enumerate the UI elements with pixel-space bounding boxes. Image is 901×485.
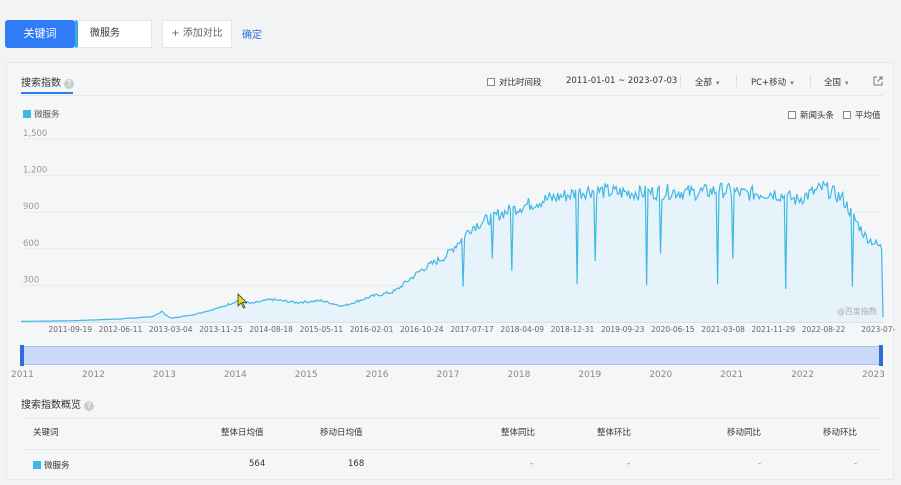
x-tick-label: 2014-08-18 xyxy=(249,325,293,334)
x-tick-label: 2016-02-01 xyxy=(350,325,394,334)
x-tick-label: 2019-09-23 xyxy=(601,325,645,334)
column-header: 整体日均值 xyxy=(221,428,264,438)
column-header: 移动同比 xyxy=(727,428,762,438)
y-tick-label: 900 xyxy=(23,202,39,212)
chart-watermark: @百度指数 xyxy=(837,307,877,316)
y-tick-label: 1,500 xyxy=(23,129,47,139)
question-icon[interactable]: ? xyxy=(84,401,94,411)
column-header: 关键词 xyxy=(33,428,59,438)
x-tick-label: 2021-03-08 xyxy=(701,325,745,334)
x-tick-label: 2018-04-09 xyxy=(500,325,544,334)
slider-year-label: 2015 xyxy=(294,370,318,380)
slider-year-label: 2017 xyxy=(436,370,460,380)
y-tick-label: 1,200 xyxy=(23,166,47,176)
x-tick-label: 2012-06-11 xyxy=(99,325,143,334)
column-header: 整体环比 xyxy=(597,428,632,438)
column-header: 移动环比 xyxy=(823,428,858,438)
add-compare-button[interactable]: + 添加对比 xyxy=(162,20,232,48)
x-tick-label: 2022-08-22 xyxy=(802,325,846,334)
slider-handle-right[interactable] xyxy=(879,345,883,366)
overall-yoy-value: - xyxy=(530,459,534,469)
table-row-keyword: 微服务 xyxy=(33,459,70,471)
slider-year-label: 2021 xyxy=(720,370,744,380)
slider-year-label: 2013 xyxy=(152,370,176,380)
overview-title: 搜索指数概览? xyxy=(21,396,94,411)
x-tick-label: 2015-05-11 xyxy=(300,325,344,334)
overall-mom-value: - xyxy=(627,459,631,469)
search-index-chart[interactable]: 300 600 900 1,200 1,500 2011-09-19 2012-06-11 2… xyxy=(7,63,895,343)
slider-year-label: 2019 xyxy=(578,370,602,380)
keyword-tab-button[interactable]: 关键词 xyxy=(5,20,75,48)
column-header: 移动日均值 xyxy=(320,428,363,438)
overall-avg-value: 564 xyxy=(249,459,266,469)
slider-year-label: 2022 xyxy=(791,370,814,380)
mobile-mom-value: - xyxy=(854,459,858,469)
x-tick-label: 2020-06-15 xyxy=(651,325,695,334)
keyword-toolbar: 关键词 微服务 + 添加对比 确定 xyxy=(0,0,901,62)
slider-year-label: 2014 xyxy=(223,370,247,380)
slider-year-label: 2016 xyxy=(365,370,389,380)
slider-handle-left[interactable] xyxy=(20,345,24,366)
x-tick-label: 2013-03-04 xyxy=(149,325,193,334)
slider-year-label: 2012 xyxy=(82,370,105,380)
slider-year-label: 2011 xyxy=(11,370,34,380)
x-tick-label: 2017-07-17 xyxy=(450,325,494,334)
x-tick-label: 2011-09-19 xyxy=(48,325,92,334)
mobile-yoy-value: - xyxy=(758,459,762,469)
x-tick-label: 2023-07-03 xyxy=(861,325,895,334)
series-area xyxy=(21,181,883,322)
x-tick-label: 2018-12-31 xyxy=(551,325,595,334)
y-tick-label: 600 xyxy=(23,239,39,249)
search-index-panel: 搜索指数? 对比时间段 2011-01-01 ~ 2023-07-03 全部 ▾ … xyxy=(6,62,895,480)
x-tick-label: 2021-11-29 xyxy=(752,325,796,334)
column-header: 整体同比 xyxy=(501,428,536,438)
keyword-input[interactable]: 微服务 xyxy=(75,20,152,48)
mobile-avg-value: 168 xyxy=(348,459,365,469)
slider-year-label: 2018 xyxy=(507,370,531,380)
confirm-link[interactable]: 确定 xyxy=(242,26,262,41)
slider-year-label: 2020 xyxy=(649,370,673,380)
x-tick-label: 2016-10-24 xyxy=(400,325,444,334)
x-tick-label: 2013-11-25 xyxy=(199,325,243,334)
y-tick-label: 300 xyxy=(23,275,39,285)
slider-year-label: 2023 xyxy=(862,370,885,380)
series-swatch xyxy=(33,461,41,469)
date-range-slider[interactable] xyxy=(21,346,883,365)
